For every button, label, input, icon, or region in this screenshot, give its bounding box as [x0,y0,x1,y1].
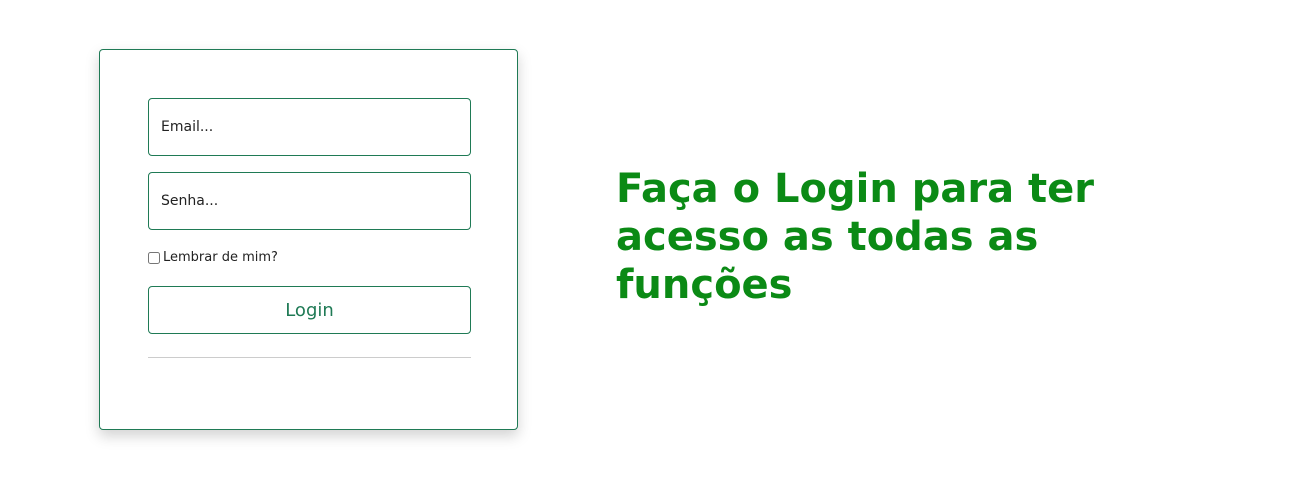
remember-me-label: Lembrar de mim? [163,250,278,265]
login-button[interactable]: Login [148,286,471,334]
login-card: Lembrar de mim? Login [99,49,518,430]
remember-me-checkbox[interactable] [148,251,160,264]
divider [148,357,471,358]
password-input[interactable] [148,172,471,230]
remember-me[interactable]: Lembrar de mim? [148,250,278,265]
email-input[interactable] [148,98,471,156]
headline: Faça o Login para ter acesso as todas as… [616,166,1094,308]
